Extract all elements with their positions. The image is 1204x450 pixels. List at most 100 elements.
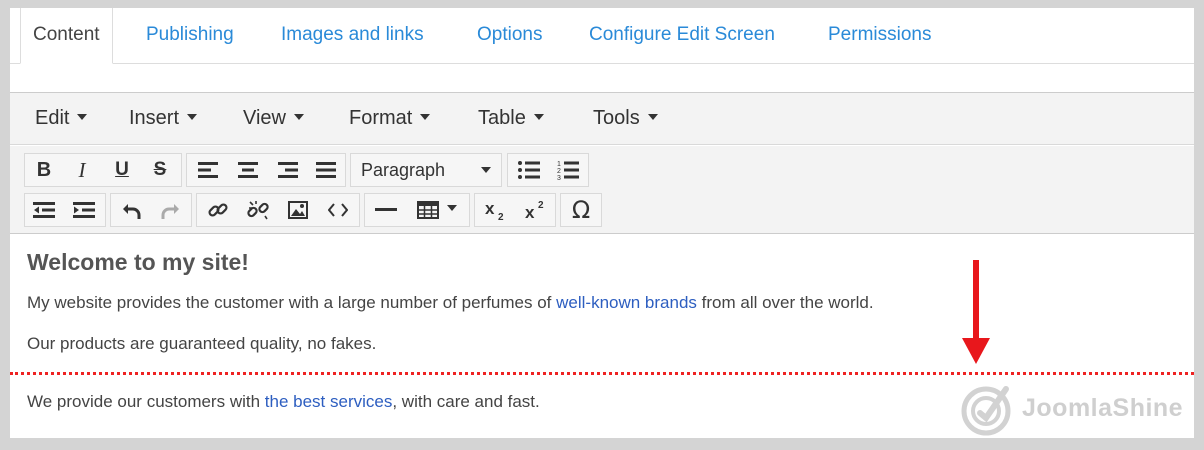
redo-button[interactable]: [151, 194, 189, 226]
undo-button[interactable]: [113, 194, 151, 226]
paragraph-2: Our products are guaranteed quality, no …: [27, 334, 377, 353]
chevron-down-icon: [447, 205, 457, 211]
indent-button[interactable]: [65, 194, 103, 226]
svg-text:2: 2: [557, 168, 561, 175]
underline-icon: U: [115, 159, 129, 180]
paragraph-3: We provide our customers with the best s…: [27, 392, 540, 412]
format-select[interactable]: Paragraph: [351, 154, 501, 186]
align-left-icon: [198, 162, 218, 178]
bold-icon: B: [36, 158, 52, 181]
menu-view-label: View: [243, 107, 286, 129]
numbered-list-icon: 123: [557, 161, 579, 180]
hr-table-group: [364, 193, 470, 227]
menu-insert-label: Insert: [129, 107, 180, 129]
chevron-down-icon: [533, 113, 544, 120]
align-right-button[interactable]: [269, 154, 307, 186]
table-icon: [417, 201, 439, 219]
joomlashine-watermark: JoomlaShine: [960, 383, 1185, 437]
italic-button[interactable]: I: [63, 154, 101, 186]
text-style-group: B I U S: [24, 153, 182, 187]
chevron-down-icon: [420, 113, 431, 120]
align-left-button[interactable]: [189, 154, 227, 186]
svg-text:2: 2: [498, 212, 504, 221]
menu-format[interactable]: Format: [349, 107, 431, 130]
subscript-icon: x2: [485, 199, 504, 221]
article-edit-panel: Content Publishing Images and links Opti…: [10, 8, 1194, 438]
align-right-icon: [278, 162, 298, 178]
menu-table[interactable]: Table: [478, 107, 544, 130]
chevron-down-icon: [481, 167, 491, 173]
code-icon: [328, 203, 348, 217]
tab-content[interactable]: Content: [20, 8, 113, 64]
outdent-icon: [33, 202, 55, 218]
tab-options[interactable]: Options: [477, 8, 542, 64]
outdent-button[interactable]: [25, 194, 63, 226]
menu-insert[interactable]: Insert: [129, 107, 198, 130]
menu-view[interactable]: View: [243, 107, 304, 130]
tab-bar: Content Publishing Images and links Opti…: [10, 8, 1194, 64]
align-center-button[interactable]: [229, 154, 267, 186]
horizontal-rule-icon: [375, 208, 397, 211]
best-services-link[interactable]: the best services: [265, 392, 393, 411]
table-button[interactable]: [407, 194, 467, 226]
code-button[interactable]: [319, 194, 357, 226]
menu-edit[interactable]: Edit: [35, 107, 88, 130]
strikethrough-button[interactable]: S: [141, 154, 179, 186]
red-arrow-annotation: [962, 260, 990, 364]
bullet-list-icon: [518, 161, 540, 179]
paragraph-1-text-end: from all over the world.: [696, 293, 874, 312]
superscript-button[interactable]: x2: [517, 194, 555, 226]
chevron-down-icon: [187, 113, 198, 120]
rich-text-editor: Edit Insert View Format Table Tools B I …: [10, 92, 1194, 438]
italic-icon: I: [78, 157, 86, 182]
bullet-list-button[interactable]: [510, 154, 548, 186]
align-center-icon: [238, 162, 258, 178]
page-break-marker: [10, 372, 1194, 375]
menu-edit-label: Edit: [35, 107, 70, 129]
redo-icon: [161, 204, 179, 219]
insert-group: [196, 193, 360, 227]
horizontal-rule-button[interactable]: [367, 194, 405, 226]
content-heading: Welcome to my site!: [27, 249, 249, 275]
tab-images-and-links[interactable]: Images and links: [281, 8, 424, 64]
paragraph-1-text-start: My website provides the customer with a …: [27, 293, 557, 312]
numbered-list-button[interactable]: 123: [549, 154, 587, 186]
svg-text:1: 1: [557, 161, 561, 168]
image-button[interactable]: [279, 194, 317, 226]
strikethrough-icon: S: [153, 159, 167, 180]
special-character-button[interactable]: Ω: [562, 194, 600, 226]
unlink-button[interactable]: [239, 194, 277, 226]
menu-tools-label: Tools: [593, 107, 640, 129]
subscript-button[interactable]: x2: [477, 194, 515, 226]
special-char-group: Ω: [560, 193, 602, 227]
unlink-icon: [247, 201, 269, 220]
alignment-group: [186, 153, 346, 187]
omega-icon: Ω: [571, 196, 591, 224]
svg-text:2: 2: [538, 200, 544, 211]
image-icon: [288, 201, 308, 219]
menu-tools[interactable]: Tools: [593, 107, 658, 130]
align-justify-icon: [316, 162, 336, 178]
list-group: 123: [507, 153, 589, 187]
format-select-group: Paragraph: [350, 153, 502, 187]
svg-text:x: x: [485, 199, 495, 218]
paragraph-1: My website provides the customer with a …: [27, 293, 874, 313]
tab-permissions[interactable]: Permissions: [828, 8, 931, 64]
svg-text:3: 3: [557, 175, 561, 180]
align-justify-button[interactable]: [307, 154, 345, 186]
format-select-value: Paragraph: [361, 160, 446, 180]
link-button[interactable]: [199, 194, 237, 226]
indent-group: [24, 193, 106, 227]
chevron-down-icon: [294, 113, 304, 120]
bold-button[interactable]: B: [25, 154, 63, 186]
well-known-brands-link[interactable]: well-known brands: [556, 293, 697, 312]
tab-configure-edit-screen[interactable]: Configure Edit Screen: [589, 8, 775, 64]
editor-content-area[interactable]: Welcome to my site! My website provides …: [10, 235, 1194, 438]
watermark-text: JoomlaShine: [1022, 394, 1184, 422]
chevron-down-icon: [77, 113, 88, 120]
tab-publishing[interactable]: Publishing: [146, 8, 234, 64]
paragraph-3-text-start: We provide our customers with: [27, 392, 265, 411]
underline-button[interactable]: U: [103, 154, 141, 186]
chevron-down-icon: [647, 113, 658, 120]
joomlashine-logo-icon: [961, 386, 1011, 436]
